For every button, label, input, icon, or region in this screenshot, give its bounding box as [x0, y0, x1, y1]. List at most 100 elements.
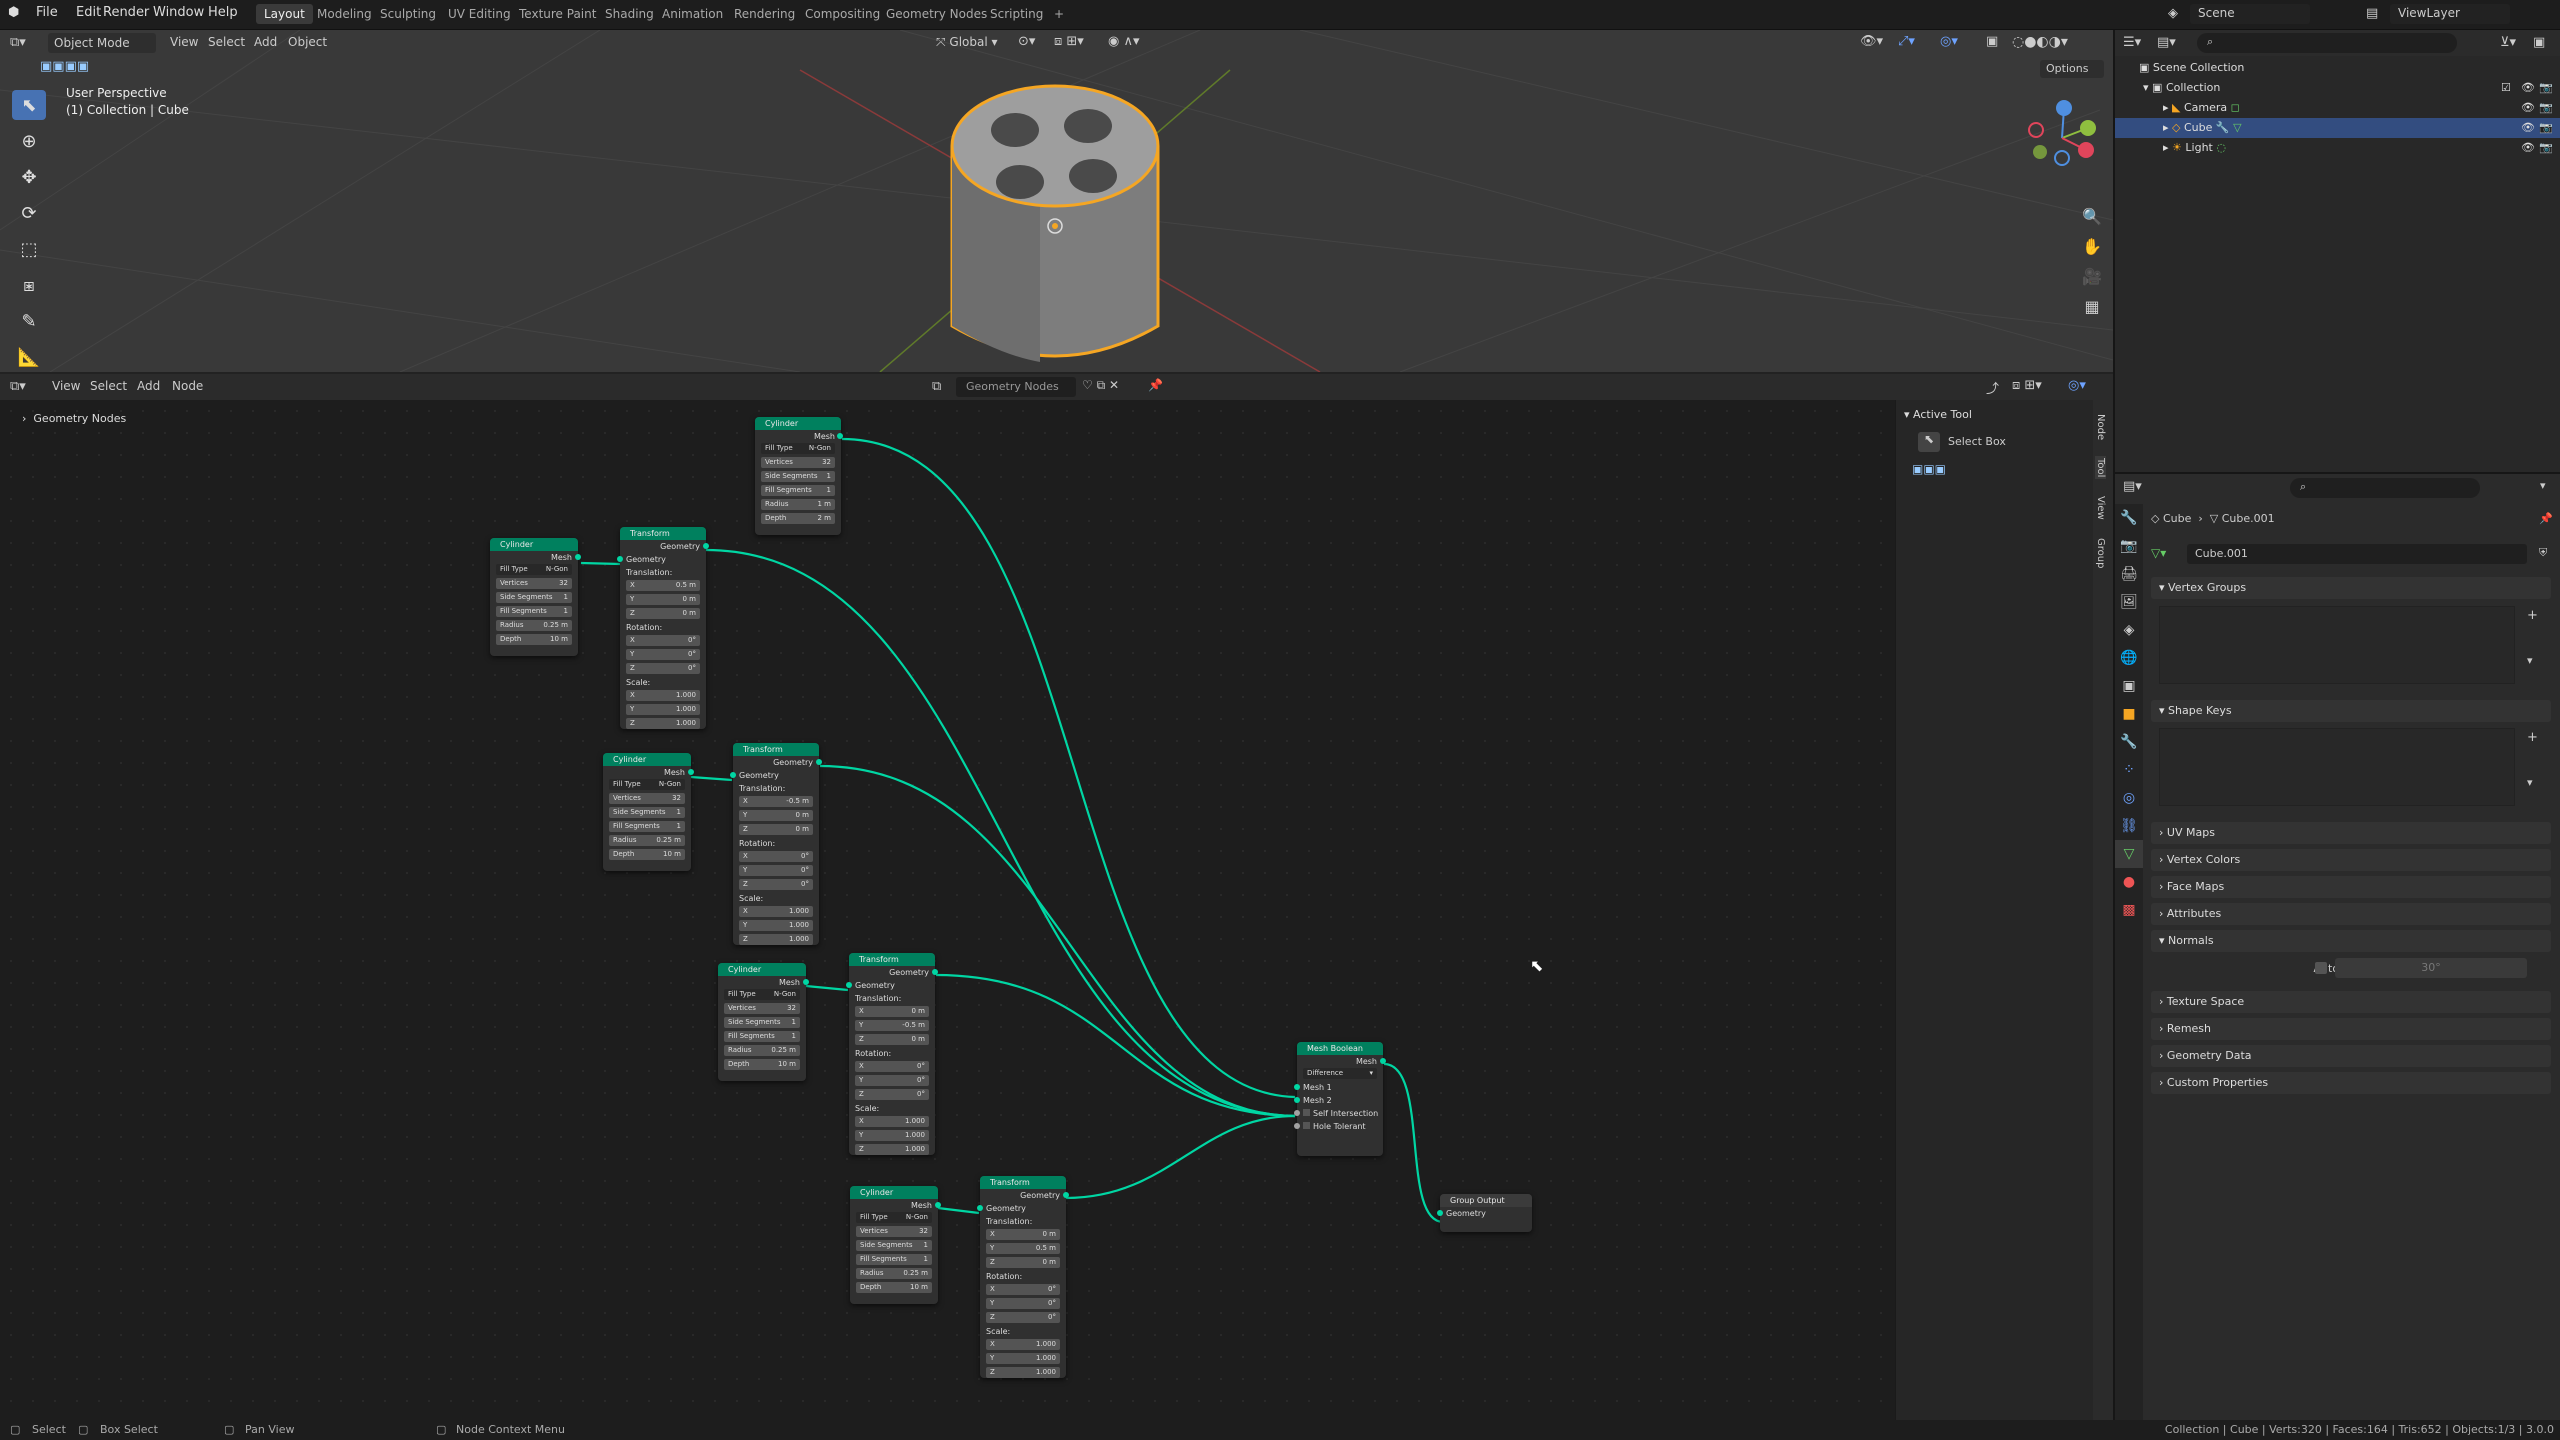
snap-icon[interactable]: ⧈ ⊞▾ — [1054, 34, 1084, 49]
object-tab-icon[interactable]: ■ — [2115, 700, 2143, 728]
view-layer-icon[interactable]: ▤ — [2366, 6, 2378, 21]
workspace-tab-texture-paint[interactable]: Texture Paint — [511, 4, 604, 24]
fake-user-shield-icon[interactable]: ⛨ — [2539, 546, 2547, 560]
fill-segments-field[interactable]: Fill Segments 1 — [724, 1031, 800, 1042]
render-camera-icon[interactable]: 📷 — [2539, 98, 2553, 118]
translation-z-field[interactable]: Z 0 m — [626, 608, 700, 619]
rotation-y-field[interactable]: Y 0° — [739, 865, 813, 876]
viewport-menu-object[interactable]: Object — [288, 35, 327, 49]
cursor-tool-icon[interactable]: ⊕ — [12, 126, 46, 156]
workspace-tab-shading[interactable]: Shading — [597, 4, 662, 24]
radius-field[interactable]: Radius 0.25 m — [856, 1268, 932, 1279]
outliner-editor-type-icon[interactable]: ☰▾ — [2123, 35, 2141, 50]
side-segments-field[interactable]: Side Segments 1 — [761, 471, 835, 482]
add-icon[interactable]: + — [2527, 730, 2538, 745]
filter-icon[interactable]: ⊻▾ — [2500, 35, 2516, 50]
translation-z-field[interactable]: Z 0 m — [739, 824, 813, 835]
rotation-y-field[interactable]: Y 0° — [855, 1075, 929, 1086]
render-camera-icon[interactable]: 📷 — [2539, 78, 2553, 98]
scale-y-field[interactable]: Y 1.000 — [739, 920, 813, 931]
properties-editor-type-icon[interactable]: ▤▾ — [2123, 479, 2142, 494]
side-segments-field[interactable]: Side Segments 1 — [724, 1017, 800, 1028]
scale-x-field[interactable]: X 1.000 — [739, 906, 813, 917]
socket-mesh-out[interactable] — [575, 554, 581, 560]
visibility-eye-icon[interactable]: 👁 — [2521, 138, 2535, 158]
panel-remesh[interactable]: › Remesh — [2151, 1018, 2551, 1040]
fill-type-select[interactable]: Fill Type N-Gon — [724, 989, 800, 1000]
fill-type-select[interactable]: Fill Type N-Gon — [496, 564, 572, 575]
shape-keys-list[interactable] — [2159, 728, 2515, 806]
node-menu-view[interactable]: View — [52, 379, 80, 393]
outliner-row-scene-collection[interactable]: ▣ Scene Collection — [2115, 58, 2560, 78]
scale-y-field[interactable]: Y 1.000 — [626, 704, 700, 715]
socket-geometry-out[interactable] — [1063, 1192, 1069, 1198]
translation-y-field[interactable]: Y 0.5 m — [986, 1243, 1060, 1254]
texture-tab-icon[interactable]: ▩ — [2115, 896, 2143, 924]
constraints-tab-icon[interactable]: ⛓ — [2115, 812, 2143, 840]
radius-field[interactable]: Radius 1 m — [761, 499, 835, 510]
outliner-search-input[interactable]: ⌕ — [2197, 33, 2457, 53]
disclosure-icon[interactable]: ▸ — [2163, 141, 2169, 154]
radius-field[interactable]: Radius 0.25 m — [496, 620, 572, 631]
active-tool-header[interactable]: ▾ Active Tool — [1904, 408, 1972, 421]
mode-selector[interactable]: Object Mode — [48, 33, 156, 53]
socket-self-intersection-in[interactable] — [1294, 1110, 1300, 1116]
blender-logo-icon[interactable]: ⬢ — [8, 5, 19, 20]
socket-mesh-out[interactable] — [803, 979, 809, 985]
scale-y-field[interactable]: Y 1.000 — [986, 1353, 1060, 1364]
depth-field[interactable]: Depth 10 m — [609, 849, 685, 860]
view-layer-tab-icon[interactable]: 🖼 — [2115, 588, 2143, 616]
socket-mesh2-in[interactable] — [1294, 1097, 1300, 1103]
chevron-down-icon[interactable]: ▾ — [2527, 654, 2533, 667]
workspace-tab-compositing[interactable]: Compositing — [797, 4, 888, 24]
tab-tool[interactable]: Tool — [2095, 456, 2106, 480]
translation-y-field[interactable]: Y 0 m — [626, 594, 700, 605]
vertices-field[interactable]: Vertices 32 — [761, 457, 835, 468]
shading-modes-icon[interactable]: ◌●◐◑▾ — [2012, 34, 2068, 50]
transform-orientation[interactable]: ⤧ Global ▾ — [936, 35, 998, 50]
node-transform-4[interactable]: Transform Geometry Geometry Translation:… — [977, 1176, 1069, 1378]
fill-type-select[interactable]: Fill Type N-Gon — [609, 779, 685, 790]
auto-smooth-checkbox[interactable] — [2315, 962, 2327, 974]
rotation-z-field[interactable]: Z 0° — [626, 663, 700, 674]
socket-mesh1-in[interactable] — [1294, 1084, 1300, 1090]
mesh-datablock-icon[interactable]: ▽▾ — [2151, 546, 2166, 560]
pivot-icon[interactable]: ⊙▾ — [1018, 34, 1035, 49]
vertices-field[interactable]: Vertices 32 — [724, 1003, 800, 1014]
workspace-tab-scripting[interactable]: Scripting — [982, 4, 1051, 24]
vertex-groups-list[interactable] — [2159, 606, 2515, 684]
socket-geometry-in[interactable] — [1437, 1210, 1443, 1216]
add-icon[interactable]: + — [2527, 608, 2538, 623]
properties-options-icon[interactable]: ▾ — [2540, 479, 2546, 492]
fill-type-select[interactable]: Fill Type N-Gon — [761, 443, 835, 454]
collection-tab-icon[interactable]: ▣ — [2115, 672, 2143, 700]
node-menu-node[interactable]: Node — [172, 379, 203, 393]
chevron-down-icon[interactable]: ▾ — [2527, 776, 2533, 789]
panel-normals[interactable]: ▾ Normals — [2151, 930, 2551, 952]
node-transform-3[interactable]: Transform Geometry Geometry Translation:… — [846, 953, 938, 1155]
rotate-tool-icon[interactable]: ⟳ — [12, 198, 46, 228]
scene-tab-icon[interactable]: ◈ — [2115, 616, 2143, 644]
modifier-tab-icon[interactable]: 🔧 — [2115, 728, 2143, 756]
rotation-x-field[interactable]: X 0° — [855, 1061, 929, 1072]
operation-select[interactable]: Difference ▾ — [1303, 1068, 1377, 1079]
translation-y-field[interactable]: Y 0 m — [739, 810, 813, 821]
scale-tool-icon[interactable]: ⬚ — [12, 234, 46, 264]
self-intersection-checkbox[interactable] — [1303, 1109, 1310, 1116]
vertices-field[interactable]: Vertices 32 — [609, 793, 685, 804]
panel-custom-properties[interactable]: › Custom Properties — [2151, 1072, 2551, 1094]
node-transform-1[interactable]: Transform Geometry Geometry Translation:… — [617, 527, 709, 729]
properties-search-input[interactable]: ⌕ — [2290, 478, 2480, 498]
disclosure-icon[interactable]: ▾ — [2143, 81, 2149, 94]
outliner-row-collection[interactable]: ▾ ▣ Collection ☑ 👁 📷 — [2115, 78, 2560, 98]
overlay-icon[interactable]: ◎▾ — [1940, 34, 1958, 49]
node-group-output[interactable]: Group Output Geometry — [1437, 1194, 1532, 1232]
visibility-eye-icon[interactable]: 👁 — [2521, 78, 2535, 98]
select-box-icon[interactable]: ⬉ — [1918, 432, 1940, 452]
scale-z-field[interactable]: Z 1.000 — [626, 718, 700, 729]
node-cylinder-2[interactable]: Cylinder Mesh Fill Type N-Gon Vertices 32 … — [603, 753, 694, 871]
scene-icon[interactable]: ◈ — [2168, 6, 2178, 21]
pan-hand-icon[interactable]: ✋ — [2080, 232, 2104, 262]
workspace-tab-layout[interactable]: Layout — [256, 4, 313, 24]
workspace-tab-geometry-nodes[interactable]: Geometry Nodes — [878, 4, 995, 24]
